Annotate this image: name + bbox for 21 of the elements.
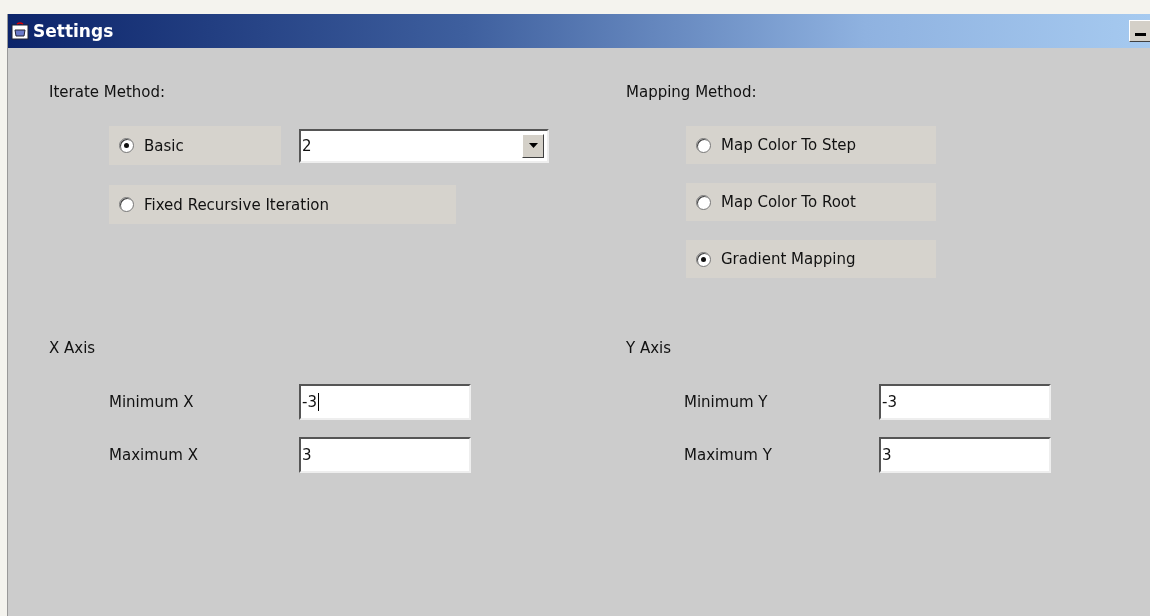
app-icon	[11, 22, 29, 40]
dropdown-field[interactable]: 2	[299, 128, 549, 163]
field-label: Maximum X	[109, 446, 199, 464]
section-heading: Iterate Method:	[49, 82, 167, 102]
field-label: Maximum Y	[684, 446, 773, 464]
window-title: Settings	[33, 21, 114, 41]
radio-option[interactable]: Map Color To Root	[686, 183, 936, 221]
section-heading: X Axis	[49, 338, 97, 358]
radio-option[interactable]: Basic	[109, 126, 281, 165]
input-field[interactable]: 3	[299, 437, 471, 473]
input-field[interactable]: -3	[299, 384, 471, 420]
radio-option[interactable]: Gradient Mapping	[686, 240, 936, 278]
radio-option[interactable]: Fixed Recursive Iteration	[109, 185, 456, 224]
radio-option[interactable]: Map Color To Step	[686, 126, 936, 164]
input-field[interactable]: -3	[879, 384, 1051, 420]
minimize-button[interactable]	[1129, 20, 1150, 42]
input-field[interactable]: 3	[879, 437, 1051, 473]
field-label: Minimum Y	[684, 393, 769, 411]
field-label: Minimum X	[109, 393, 195, 411]
section-heading: Mapping Method:	[626, 82, 758, 102]
section-heading: Y Axis	[626, 338, 673, 358]
